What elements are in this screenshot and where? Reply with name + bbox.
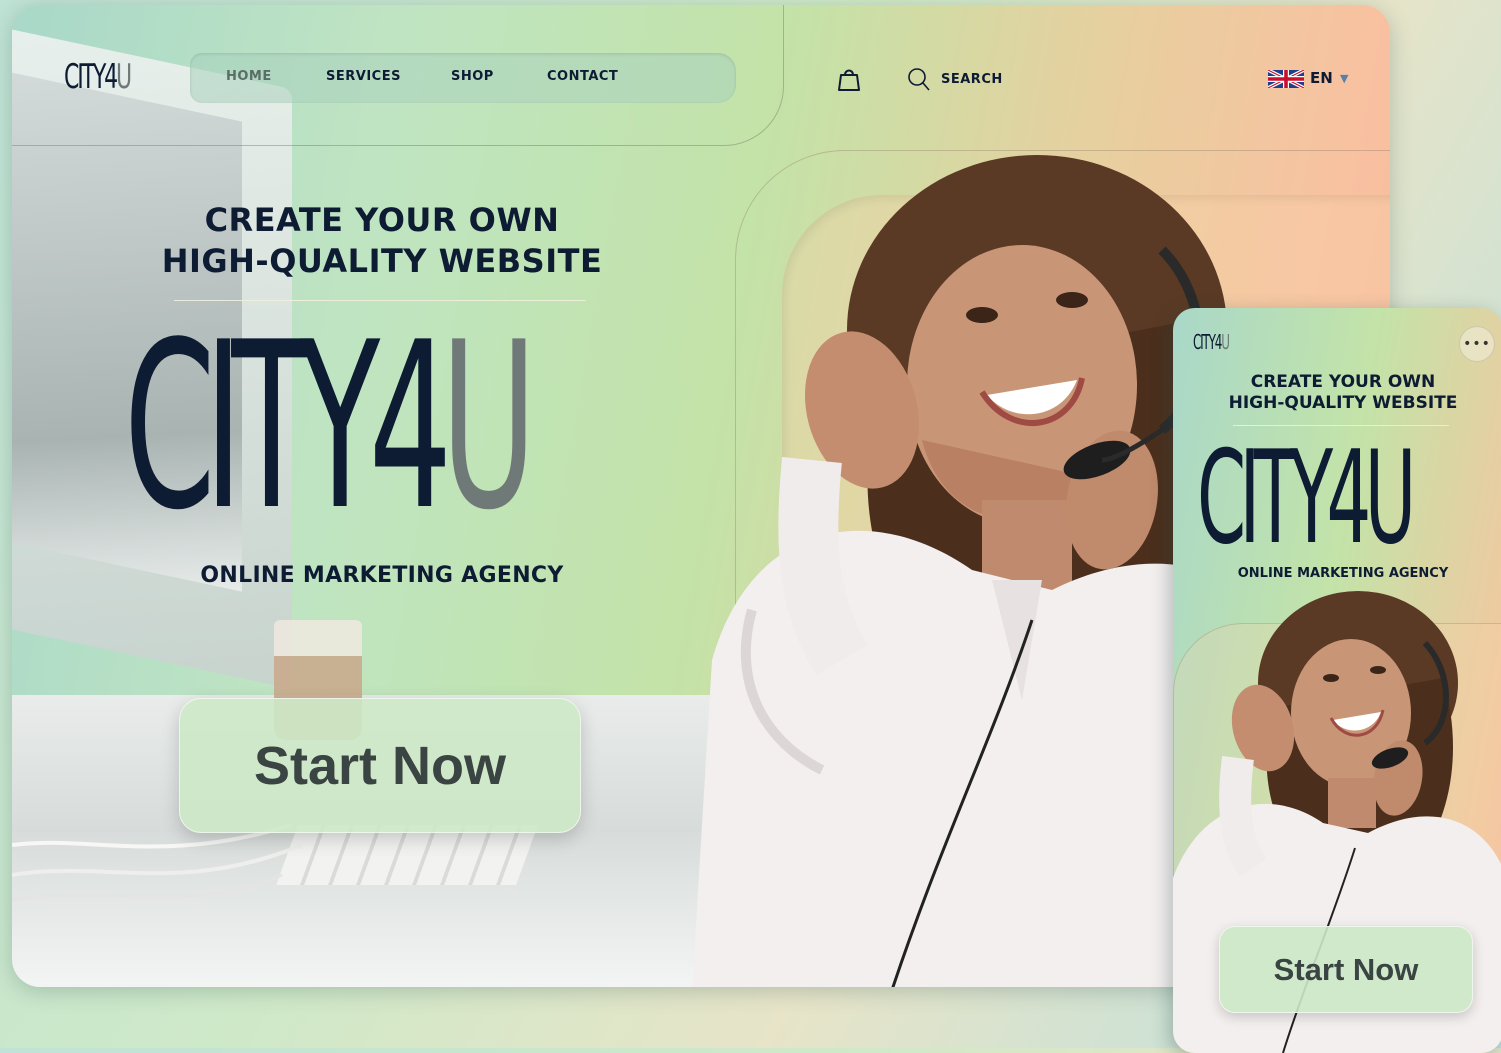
search-icon — [908, 68, 930, 91]
main-nav: HOME SERVICES SHOP CONTACT — [190, 53, 736, 103]
uk-flag-icon — [1268, 70, 1304, 88]
mobile-hero-title: CREATE YOUR OWN HIGH-QUALITY WEBSITE — [1228, 372, 1458, 413]
hero-subtitle: ONLINE MARKETING AGENCY — [200, 563, 564, 588]
hero-title: CREATE YOUR OWN HIGH-QUALITY WEBSITE — [161, 201, 603, 280]
mobile-start-now-button[interactable]: Start Now — [1219, 926, 1473, 1013]
nav-services[interactable]: SERVICES — [326, 69, 401, 84]
nav-home[interactable]: HOME — [226, 69, 272, 84]
start-now-button[interactable]: Start Now — [179, 698, 581, 833]
mobile-mockup: CITY4U ••• CREATE YOUR OWN HIGH-QUALITY … — [1173, 308, 1501, 1053]
search-label: SEARCH — [941, 72, 1003, 87]
more-horizontal-icon[interactable]: ••• — [1459, 326, 1495, 362]
mobile-hero-subtitle: ONLINE MARKETING AGENCY — [1237, 566, 1449, 581]
shopping-bag-icon[interactable] — [837, 66, 861, 92]
hero-logo: CITY4U — [124, 294, 537, 561]
nav-contact[interactable]: CONTACT — [547, 69, 618, 84]
site-logo[interactable]: CITY4U — [64, 57, 132, 97]
chevron-down-icon: ▼ — [1340, 72, 1349, 85]
mobile-hero-logo: CITY4U — [1197, 424, 1416, 573]
nav-shop[interactable]: SHOP — [451, 69, 494, 84]
keyboard-image — [276, 825, 538, 885]
mobile-site-logo[interactable]: CITY4U — [1193, 330, 1230, 354]
language-code: EN — [1310, 69, 1333, 87]
